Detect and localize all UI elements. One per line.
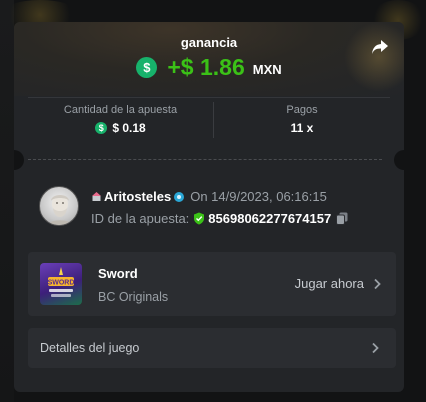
bet-amount-value-row: $ $ 0.18 — [28, 121, 213, 135]
background-strip — [0, 0, 14, 402]
game-details-row[interactable]: Detalles del juego — [28, 328, 396, 368]
thumb-title: SWORD — [48, 280, 75, 287]
bet-detail-card: ganancia $ +$ 1.86 MXN Cantidad de la ap… — [14, 22, 404, 392]
game-provider: BC Originals — [98, 290, 169, 304]
currency-code: MXN — [252, 61, 282, 77]
coin-icon: $ — [95, 122, 108, 134]
bet-id: 85698062277674157 — [208, 211, 332, 226]
payout-label: Pagos — [286, 104, 318, 116]
bet-amount-stat: Cantidad de la apuesta $ $ 0.18 — [28, 104, 213, 144]
philosopher-avatar-icon — [47, 195, 73, 225]
game-card[interactable]: SWORD Sword BC Originals Jugar ahora — [28, 252, 396, 316]
result-amount-row: $ +$ 1.86 MXN — [14, 52, 404, 82]
sword-game-logo-icon: SWORD — [48, 267, 75, 297]
ticket-divider — [28, 159, 382, 160]
username[interactable]: Aritosteles — [104, 189, 171, 204]
shield-check-icon — [194, 212, 205, 225]
chevron-right-icon — [372, 342, 379, 354]
game-thumbnail: SWORD — [40, 263, 82, 305]
ticket-notch-right — [394, 150, 404, 170]
payout-stat: Pagos 11 x — [214, 104, 390, 144]
vip-badge-icon — [92, 192, 101, 201]
bet-id-label: ID de la apuesta: — [91, 211, 190, 226]
bet-id-row: ID de la apuesta: 85698062277674157 — [91, 211, 348, 226]
game-name: Sword — [98, 266, 138, 281]
bet-stats: Cantidad de la apuesta $ $ 0.18 Pagos 11… — [28, 97, 390, 147]
avatar[interactable] — [39, 186, 79, 226]
bet-date: On 14/9/2023, 06:16:15 — [190, 189, 327, 204]
chevron-right-icon — [374, 278, 381, 289]
share-icon[interactable] — [370, 38, 390, 56]
bet-amount-label: Cantidad de la apuesta — [63, 104, 178, 116]
level-badge-icon — [174, 191, 185, 202]
play-now-button[interactable]: Jugar ahora — [295, 276, 384, 291]
user-line: Aritosteles On 14/9/2023, 06:16:15 — [91, 189, 327, 204]
play-now-label: Jugar ahora — [294, 276, 364, 291]
bet-amount-value: $ 0.18 — [112, 121, 146, 135]
payout-value: 11 x — [290, 121, 314, 135]
ticket-notch-left — [14, 150, 24, 170]
result-header: ganancia $ +$ 1.86 MXN — [14, 22, 404, 96]
user-info: Aritosteles On 14/9/2023, 06:16:15 ID de… — [39, 186, 379, 230]
result-title: ganancia — [180, 35, 238, 50]
coin-icon: $ — [136, 56, 158, 78]
win-amount: +$ 1.86 — [167, 53, 245, 80]
copy-icon[interactable] — [336, 212, 348, 225]
game-details-label: Detalles del juego — [40, 341, 140, 355]
